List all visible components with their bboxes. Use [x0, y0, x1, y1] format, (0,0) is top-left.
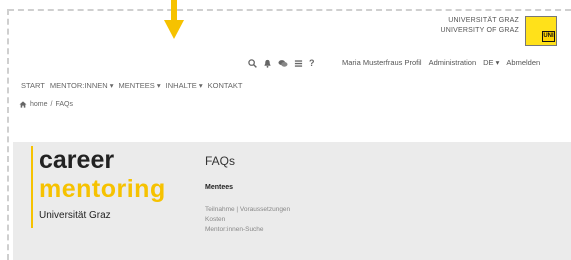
faq-link-kosten[interactable]: Kosten [205, 215, 290, 225]
chat-icon[interactable] [278, 59, 288, 68]
faq-link-mentorinnen-suche[interactable]: Mentor:innen-Suche [205, 225, 290, 235]
breadcrumb-separator: / [50, 101, 53, 108]
brand-career: career [39, 146, 115, 174]
nav-item-mentorinnen[interactable]: MENTOR:INNEN ▾ [50, 81, 114, 90]
university-name-en: UNIVERSITY OF GRAZ [440, 27, 519, 34]
profile-link[interactable]: Maria Musterfraus Profil [342, 58, 422, 67]
nav-item-start[interactable]: START [21, 81, 45, 90]
user-menu: Maria Musterfraus Profil Administration … [342, 58, 540, 67]
help-icon[interactable]: ? [309, 58, 315, 68]
university-logo-mark: UNI [542, 31, 555, 42]
bell-icon[interactable] [263, 59, 272, 68]
university-logo[interactable]: UNI [525, 16, 557, 46]
breadcrumb-home[interactable]: home [30, 101, 48, 108]
logout-link[interactable]: Abmelden [506, 58, 540, 67]
toolbar-icons: ? [248, 57, 315, 69]
page-title: FAQs [205, 154, 236, 168]
brand-mentoring: mentoring [39, 175, 166, 203]
university-name: UNIVERSITÄT GRAZ UNIVERSITY OF GRAZ [440, 16, 519, 36]
home-icon [19, 101, 27, 108]
list-icon[interactable] [294, 59, 303, 68]
dashed-frame-top [8, 9, 571, 11]
breadcrumb: home / FAQs [19, 101, 73, 108]
nav-item-inhalte[interactable]: INHALTE ▾ [166, 81, 203, 90]
faq-links: Teilnahme | Voraussetzungen Kosten Mento… [205, 205, 290, 235]
nav-item-kontakt[interactable]: KONTAKT [208, 81, 243, 90]
language-dropdown[interactable]: DE ▾ [483, 58, 499, 67]
faq-link-teilnahme[interactable]: Teilnahme | Voraussetzungen [205, 205, 290, 215]
main-nav: START MENTOR:INNEN ▾ MENTEES ▾ INHALTE ▾… [21, 81, 243, 90]
section-title-mentees: Mentees [205, 184, 234, 191]
administration-link[interactable]: Administration [429, 58, 477, 67]
brand-accent-bar [31, 146, 33, 228]
arrow-down-icon [164, 0, 184, 40]
university-name-de: UNIVERSITÄT GRAZ [448, 17, 519, 24]
dashed-frame-left [7, 9, 9, 260]
search-icon[interactable] [248, 58, 257, 68]
breadcrumb-current: FAQs [55, 101, 73, 108]
brand-university: Universität Graz [39, 210, 111, 221]
nav-item-mentees[interactable]: MENTEES ▾ [119, 81, 161, 90]
